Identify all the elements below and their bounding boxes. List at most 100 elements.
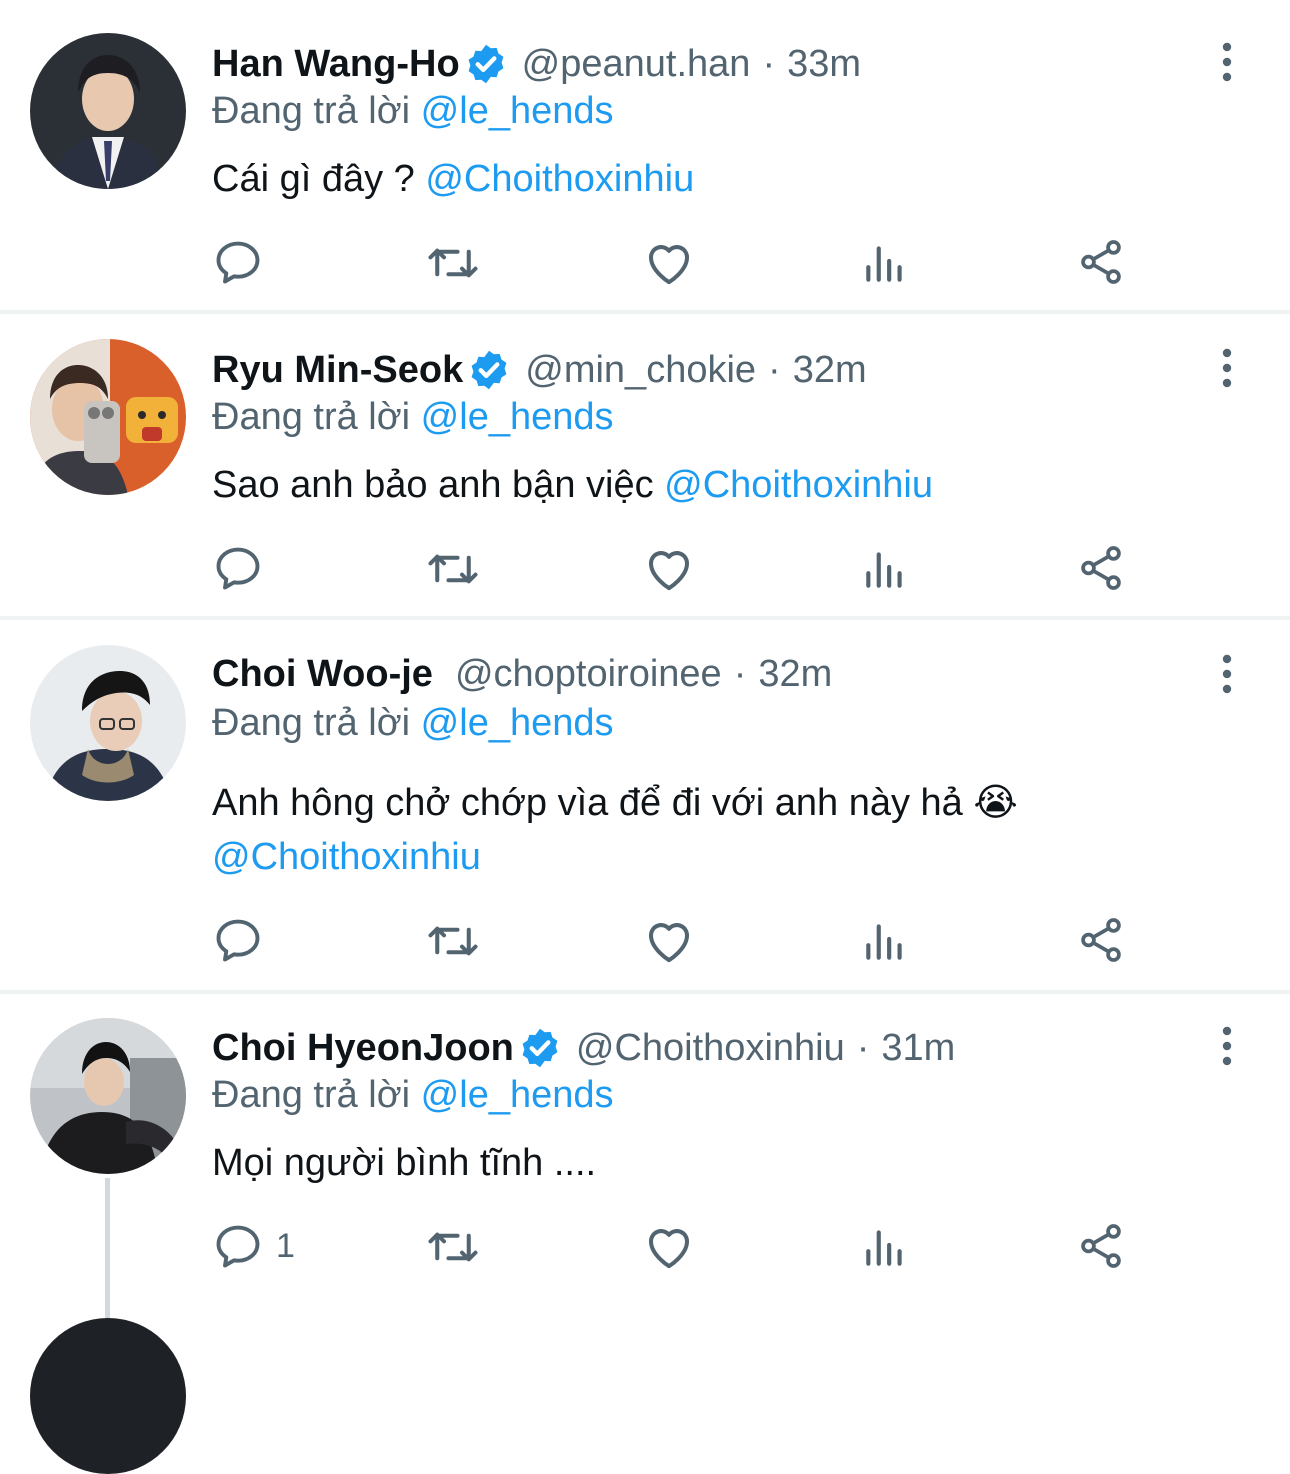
views-icon <box>860 542 910 596</box>
tweet-header: Choi HyeonJoon @Choithoxinhiu · 31m <box>212 1018 955 1078</box>
reply-icon <box>212 914 264 966</box>
reply-icon <box>212 542 264 594</box>
verified-badge-icon <box>518 1026 562 1070</box>
like-button[interactable] <box>642 236 696 290</box>
reply-button[interactable] <box>212 236 276 288</box>
reply-count: 1 <box>276 1226 295 1265</box>
retweet-button[interactable] <box>426 236 480 290</box>
handle[interactable]: @peanut.han <box>522 43 751 86</box>
tweet-text: Sao anh bảo anh bận việc @Choithoxinhiu <box>212 458 1212 512</box>
retweet-button[interactable] <box>426 914 480 968</box>
more-icon[interactable] <box>1212 1026 1242 1066</box>
timestamp[interactable]: 32m <box>793 349 867 392</box>
reply-prefix: Đang trả lời <box>212 702 411 744</box>
tweet[interactable]: Han Wang-Ho @peanut.han · 33m Đang trả l… <box>0 0 1290 314</box>
like-icon <box>642 542 696 596</box>
like-button[interactable] <box>642 914 696 968</box>
tweet-text: Anh hông chở chớp vìa để đi với anh này … <box>212 776 1212 884</box>
like-button[interactable] <box>642 542 696 596</box>
action-bar <box>0 542 1290 598</box>
mention-link[interactable]: @Choithoxinhiu <box>664 464 933 506</box>
views-button[interactable] <box>860 542 910 596</box>
like-icon <box>642 236 696 290</box>
like-button[interactable] <box>642 1220 696 1274</box>
avatar[interactable] <box>30 645 186 801</box>
views-button[interactable] <box>860 914 910 968</box>
reply-button[interactable]: 1 <box>212 1220 295 1272</box>
like-icon <box>642 1220 696 1274</box>
avatar[interactable] <box>30 339 186 495</box>
share-button[interactable] <box>1076 236 1126 288</box>
reply-handle-link[interactable]: @le_hends <box>421 90 614 132</box>
avatar[interactable] <box>30 33 186 189</box>
tweet[interactable]: Choi Woo-je @choptoiroinee · 32m Đang tr… <box>0 620 1290 994</box>
verified-badge-icon <box>467 348 511 392</box>
handle[interactable]: @Choithoxinhiu <box>576 1027 845 1070</box>
share-button[interactable] <box>1076 1220 1126 1272</box>
mention-link[interactable]: @Choithoxinhiu <box>425 158 694 200</box>
views-icon <box>860 236 910 290</box>
timestamp[interactable]: 33m <box>787 43 861 86</box>
retweet-button[interactable] <box>426 542 480 596</box>
timestamp[interactable]: 31m <box>881 1027 955 1070</box>
views-icon <box>860 1220 910 1274</box>
reply-handle-link[interactable]: @le_hends <box>421 396 614 438</box>
reply-button[interactable] <box>212 542 276 594</box>
reply-to-line: Đang trả lời @le_hends <box>212 396 614 439</box>
separator: · <box>733 652 747 695</box>
retweet-button[interactable] <box>426 1220 480 1274</box>
retweet-icon <box>426 1220 480 1274</box>
separator: · <box>768 348 781 391</box>
separator: · <box>856 1026 870 1069</box>
retweet-icon <box>426 914 480 968</box>
display-name[interactable]: Ryu Min-Seok <box>212 349 463 392</box>
share-icon <box>1076 1220 1126 1272</box>
handle[interactable]: @min_chokie <box>525 349 756 392</box>
more-icon[interactable] <box>1212 42 1242 82</box>
tweet-header: Han Wang-Ho @peanut.han · 33m <box>212 34 861 94</box>
views-button[interactable] <box>860 236 910 290</box>
retweet-icon <box>426 236 480 290</box>
retweet-icon <box>426 542 480 596</box>
reply-handle-link[interactable]: @le_hends <box>421 1074 614 1116</box>
more-icon[interactable] <box>1212 654 1242 694</box>
handle[interactable]: @choptoiroinee <box>455 653 722 696</box>
timestamp[interactable]: 32m <box>758 653 832 696</box>
tweet-text-content: Anh hông chở chớp vìa để đi với anh này … <box>212 782 1018 824</box>
reply-prefix: Đang trả lời <box>212 1074 411 1116</box>
action-bar: 1 <box>0 1220 1290 1276</box>
tweet-header: Ryu Min-Seok @min_chokie · 32m <box>212 340 867 400</box>
action-bar <box>0 236 1290 292</box>
reply-to-line: Đang trả lời @le_hends <box>212 1074 614 1117</box>
mention-link[interactable]: @Choithoxinhiu <box>212 830 1212 884</box>
more-icon[interactable] <box>1212 348 1242 388</box>
avatar[interactable] <box>30 1318 186 1474</box>
views-button[interactable] <box>860 1220 910 1274</box>
reply-icon <box>212 1220 264 1272</box>
action-bar <box>0 914 1290 970</box>
reply-prefix: Đang trả lời <box>212 90 411 132</box>
avatar[interactable] <box>30 1018 186 1174</box>
tweet-text-content: Sao anh bảo anh bận việc <box>212 464 654 506</box>
reply-icon <box>212 236 264 288</box>
tweet-header: Choi Woo-je @choptoiroinee · 32m <box>212 644 832 704</box>
reply-to-line: Đang trả lời @le_hends <box>212 702 614 745</box>
tweet-text: Cái gì đây ? @Choithoxinhiu <box>212 152 1212 206</box>
share-button[interactable] <box>1076 542 1126 594</box>
share-button[interactable] <box>1076 914 1126 966</box>
display-name[interactable]: Choi Woo-je <box>212 653 433 696</box>
tweet-text-content: Cái gì đây ? <box>212 158 415 200</box>
reply-button[interactable] <box>212 914 276 966</box>
separator: · <box>762 42 776 85</box>
tweet[interactable]: Choi HyeonJoon @Choithoxinhiu · 31m Đang… <box>0 994 1290 1329</box>
share-icon <box>1076 914 1126 966</box>
display-name[interactable]: Choi HyeonJoon <box>212 1027 514 1070</box>
tweet-text: Mọi người bình tĩnh .... <box>212 1136 1212 1190</box>
thread-connector-line <box>105 1178 110 1329</box>
views-icon <box>860 914 910 968</box>
display-name[interactable]: Han Wang-Ho <box>212 43 460 86</box>
reply-to-line: Đang trả lời @le_hends <box>212 90 614 133</box>
reply-handle-link[interactable]: @le_hends <box>421 702 614 744</box>
share-icon <box>1076 236 1126 288</box>
tweet[interactable]: Ryu Min-Seok @min_chokie · 32m Đang trả … <box>0 314 1290 620</box>
